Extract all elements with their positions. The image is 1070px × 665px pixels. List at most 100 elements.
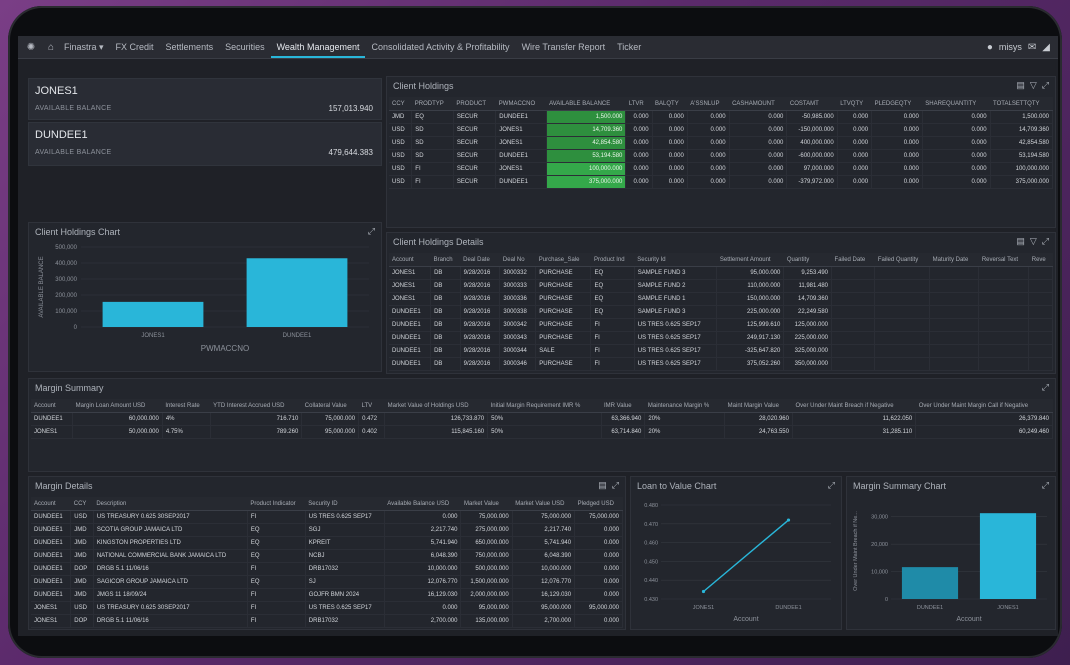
table-row[interactable]: DUNDEE1 60,000.000 4% 716.710 75,000.000 0.47… xyxy=(31,412,1053,426)
column-header[interactable]: COSTAMT xyxy=(786,97,838,111)
tab-ticker[interactable]: Ticker xyxy=(611,36,647,58)
tab-settlements[interactable]: Settlements xyxy=(160,36,220,58)
column-header[interactable]: Product Indicator xyxy=(247,497,306,511)
expand-icon[interactable]: ⤢ xyxy=(1042,480,1049,491)
column-header[interactable]: CCY xyxy=(389,97,412,111)
table-row[interactable]: JONES1 DB 9/28/2016 3000333 PURCHASE EQ SAMPLE… xyxy=(389,279,1053,293)
column-header[interactable]: Security ID xyxy=(305,497,385,511)
expand-icon[interactable]: ⤢ xyxy=(612,480,619,491)
table-row[interactable]: JONES1 DOP DRGB 5.1 11/06/16 FI DRB17032 2,70… xyxy=(31,614,623,628)
column-header[interactable]: Failed Quantity xyxy=(874,253,930,267)
table-row[interactable]: JMD EQ SECUR DUNDEE1 1,500.000 0.000 0.000 0.00… xyxy=(389,110,1053,124)
column-header[interactable]: Available Balance USD xyxy=(384,497,461,511)
column-header[interactable]: A'SSNLUP xyxy=(687,97,730,111)
column-header[interactable]: PLEDGEQTY xyxy=(871,97,923,111)
user-name[interactable]: misys xyxy=(999,42,1022,52)
column-header[interactable]: Interest Rate xyxy=(162,399,211,413)
column-header[interactable]: Product Ind xyxy=(590,253,635,267)
table-row[interactable]: DUNDEE1 JMD JMGS 11 18/09/24 FI GOJFR BMN 20… xyxy=(31,588,623,602)
column-header[interactable]: LTVQTY xyxy=(837,97,872,111)
column-header[interactable]: Reversal Text xyxy=(978,253,1029,267)
column-header[interactable]: Deal No xyxy=(499,253,536,267)
tab-finastra[interactable]: Finastra ▾ xyxy=(58,36,110,58)
column-header[interactable]: Market Value of Holdings USD xyxy=(384,399,488,413)
menu-icon[interactable]: ◢ xyxy=(1042,42,1050,53)
column-header[interactable]: Description xyxy=(93,497,248,511)
table-row[interactable]: DUNDEE1 JMD SAGICOR GROUP JAMAICA LTD EQ SJ 1… xyxy=(31,575,623,589)
column-header[interactable]: Over Under Maint Margin Call if Negative xyxy=(915,399,1053,413)
table-row[interactable]: DUNDEE1 JMD KINGSTON PROPERTIES LTD EQ KPREI… xyxy=(31,536,623,550)
column-header[interactable]: Reve xyxy=(1028,253,1053,267)
column-header[interactable]: Account xyxy=(389,253,431,267)
export-icon[interactable]: ▤ xyxy=(1016,80,1025,91)
table-row[interactable]: DUNDEE1 DB 9/28/2016 3000344 SALE FI US TRES 0… xyxy=(389,344,1053,358)
column-header[interactable]: CCY xyxy=(70,497,94,511)
expand-icon[interactable]: ⤢ xyxy=(1042,236,1049,247)
filter-icon[interactable]: ▽ xyxy=(1030,236,1037,247)
column-header[interactable]: Market Value xyxy=(460,497,513,511)
column-header[interactable]: Over Under Maint Breach if Negative xyxy=(792,399,916,413)
column-header[interactable]: LTVR xyxy=(625,97,653,111)
column-header[interactable]: Purchase_Sale xyxy=(535,253,591,267)
expand-icon[interactable]: ⤢ xyxy=(828,480,835,491)
column-header[interactable]: Initial Margin Requirement IMR % xyxy=(487,399,601,413)
column-header[interactable]: PWMACCNO xyxy=(495,97,547,111)
column-header[interactable]: Pledged USD xyxy=(574,497,623,511)
column-header[interactable]: TOTALSETTQTY xyxy=(990,97,1053,111)
expand-icon[interactable]: ⤢ xyxy=(368,226,375,237)
column-header[interactable]: Maint Margin Value xyxy=(724,399,793,413)
table-row[interactable]: USD SD SECUR JONES1 42,854.580 0.000 0.000 0.00… xyxy=(389,136,1053,150)
table-row[interactable]: JONES1 DB 9/28/2016 3000336 PURCHASE EQ SAMPLE… xyxy=(389,292,1053,306)
table-row[interactable]: USD SD SECUR JONES1 14,709.360 0.000 0.000 0.00… xyxy=(389,123,1053,137)
expand-icon[interactable]: ⤢ xyxy=(1042,382,1049,393)
account-card-dundee1[interactable]: DUNDEE1 AVAILABLE BALANCE 479,644.383 xyxy=(28,122,382,166)
column-header[interactable]: Branch xyxy=(430,253,461,267)
column-header[interactable]: YTD Interest Accrued USD xyxy=(210,399,302,413)
user-icon[interactable]: ● xyxy=(987,42,993,53)
account-card-jones1[interactable]: JONES1 AVAILABLE BALANCE 157,013.940 xyxy=(28,78,382,120)
column-header[interactable]: Deal Date xyxy=(460,253,500,267)
table-row[interactable]: DUNDEE1 DB 9/28/2016 3000343 PURCHASE FI US TR… xyxy=(389,331,1053,345)
column-header[interactable]: PRODTYP xyxy=(411,97,454,111)
column-header[interactable]: Maintenance Margin % xyxy=(644,399,725,413)
table-row[interactable]: JONES1 50,000.000 4.75% 789.260 95,000.000 0.… xyxy=(31,425,1053,439)
tab-wire-transfer-report[interactable]: Wire Transfer Report xyxy=(516,36,612,58)
table-row[interactable]: USD SD SECUR DUNDEE1 53,194.580 0.000 0.000 0.0… xyxy=(389,149,1053,163)
table-row[interactable]: JONES1 DB 9/28/2016 3000332 PURCHASE EQ SAMPLE… xyxy=(389,266,1053,280)
export-icon[interactable]: ▤ xyxy=(1016,236,1025,247)
column-header[interactable]: BALQTY xyxy=(652,97,688,111)
table-row[interactable]: DUNDEE1 USD US TREASURY 0.625 30SEP2017 FI U… xyxy=(31,510,623,524)
column-header[interactable]: AVAILABLE BALANCE xyxy=(546,97,626,111)
table-row[interactable]: DUNDEE1 DOP DRGB 5.1 11/06/16 FI DRB17032 10,… xyxy=(31,562,623,576)
expand-icon[interactable]: ⤢ xyxy=(1042,80,1049,91)
table-row[interactable]: DUNDEE1 DB 9/28/2016 3000346 PURCHASE FI US TR… xyxy=(389,357,1053,371)
export-icon[interactable]: ▤ xyxy=(598,480,607,491)
column-header[interactable]: Security Id xyxy=(634,253,717,267)
table-row[interactable]: USD FI SECUR JONES1 100,000.000 0.000 0.000 0.0… xyxy=(389,162,1053,176)
mail-icon[interactable]: ✉ xyxy=(1028,42,1036,53)
table-row[interactable]: JONES1 USD US TREASURY 0.625 30SEP2017 FI US… xyxy=(31,601,623,615)
column-header[interactable]: Account xyxy=(31,399,73,413)
column-header[interactable]: Maturity Date xyxy=(929,253,979,267)
column-header[interactable]: Margin Loan Amount USD xyxy=(72,399,163,413)
tab-consolidated-activity[interactable]: Consolidated Activity & Profitability xyxy=(365,36,515,58)
tab-fx-credit[interactable]: FX Credit xyxy=(110,36,160,58)
tab-securities[interactable]: Securities xyxy=(219,36,271,58)
table-row[interactable]: DUNDEE1 DB 9/28/2016 3000338 PURCHASE EQ SAMPL… xyxy=(389,305,1053,319)
column-header[interactable]: Settlement Amount xyxy=(716,253,784,267)
filter-icon[interactable]: ▽ xyxy=(1030,80,1037,91)
table-row[interactable]: DUNDEE1 JMD SCOTIA GROUP JAMAICA LTD EQ SGJ 2… xyxy=(31,523,623,537)
home-icon[interactable]: ⌂ xyxy=(44,40,58,54)
table-row[interactable]: USD FI SECUR DUNDEE1 375,000.000 0.000 0.000 0.… xyxy=(389,175,1053,189)
column-header[interactable]: Market Value USD xyxy=(512,497,575,511)
tab-wealth-management[interactable]: Wealth Management xyxy=(270,36,366,58)
table-row[interactable]: DUNDEE1 DB 9/28/2016 3000342 PURCHASE FI US TR… xyxy=(389,318,1053,332)
table-row[interactable]: DUNDEE1 JMD NATIONAL COMMERCIAL BANK JAMAI… xyxy=(31,549,623,563)
column-header[interactable]: PRODUCT xyxy=(453,97,496,111)
column-header[interactable]: Collateral Value xyxy=(301,399,359,413)
column-header[interactable]: SHAREQUANTITY xyxy=(922,97,991,111)
column-header[interactable]: CASHAMOUNT xyxy=(729,97,787,111)
column-header[interactable]: Quantity xyxy=(783,253,832,267)
column-header[interactable]: LTV xyxy=(358,399,385,413)
column-header[interactable]: Account xyxy=(31,497,71,511)
